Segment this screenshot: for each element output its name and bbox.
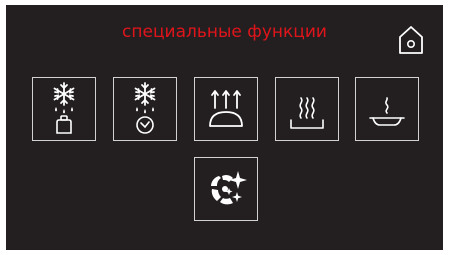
home-button[interactable]	[398, 25, 424, 55]
defrost-by-weight-icon	[53, 82, 75, 134]
cleaning-icon	[211, 171, 247, 205]
cleaning-button[interactable]	[194, 157, 258, 221]
defrost-by-weight-button[interactable]	[32, 77, 96, 141]
plate-warming-icon	[209, 90, 243, 127]
defrost-by-time-button[interactable]	[113, 77, 177, 141]
plate-warming-button[interactable]	[194, 77, 258, 141]
keep-warm-icon	[290, 97, 324, 129]
defrost-by-time-icon	[134, 82, 156, 134]
slow-cooking-icon	[369, 97, 405, 126]
slow-cooking-button[interactable]	[355, 77, 419, 141]
home-icon	[399, 26, 423, 54]
page-title: специальные функции	[122, 22, 327, 42]
keep-warm-button[interactable]	[275, 77, 339, 141]
special-functions-screen: специальные функции	[6, 5, 443, 250]
